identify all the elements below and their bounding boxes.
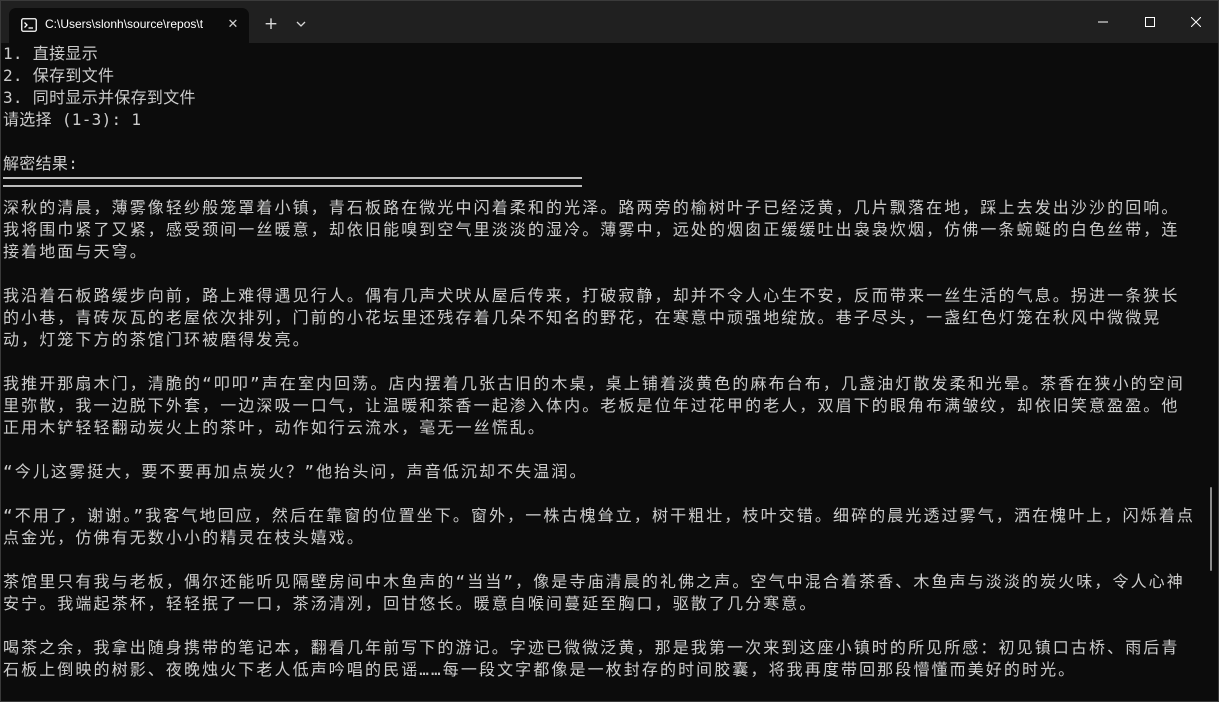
result-paragraph: 深秋的清晨，薄雾像轻纱般笼罩着小镇，青石板路在微光中闪着柔和的光泽。路两旁的榆树… — [3, 198, 1180, 261]
divider-line — [3, 175, 1197, 197]
minimize-button[interactable] — [1080, 1, 1126, 43]
selection-prompt: 请选择 (1-3): 1 — [3, 110, 142, 129]
close-window-button[interactable] — [1173, 1, 1218, 43]
maximize-button[interactable] — [1127, 1, 1173, 43]
menu-option-1: 1. 直接显示 — [3, 44, 98, 63]
result-paragraph: “今儿这雾挺大，要不要再加点炭火？”他抬头问，声音低沉却不失温润。 — [3, 462, 588, 481]
terminal-icon — [21, 18, 37, 32]
vertical-scrollbar[interactable] — [1210, 487, 1212, 571]
result-paragraph: 茶馆里只有我与老板，偶尔还能听见隔壁房间中木鱼声的“当当”，像是寺庙清晨的礼佛之… — [3, 572, 1185, 613]
result-paragraph: “不用了，谢谢。”我客气地回应，然后在靠窗的位置坐下。窗外，一株古槐耸立，树干粗… — [3, 506, 1195, 547]
minimize-icon — [1098, 21, 1108, 23]
menu-option-3: 3. 同时显示并保存到文件 — [3, 88, 196, 107]
terminal-tab[interactable]: C:\Users\slonh\source\repos\t ✕ — [9, 8, 249, 43]
title-bar[interactable]: C:\Users\slonh\source\repos\t ✕ + — [1, 1, 1218, 43]
chevron-down-icon[interactable] — [292, 14, 310, 34]
terminal-window: C:\Users\slonh\source\repos\t ✕ + 1. 直接显… — [0, 0, 1219, 702]
menu-option-2: 2. 保存到文件 — [3, 66, 115, 85]
close-tab-icon[interactable]: ✕ — [225, 17, 241, 33]
result-paragraph: 我推开那扇木门，清脆的“叩叩”声在室内回荡。店内摆着几张古旧的木桌，桌上铺着淡黄… — [3, 374, 1185, 437]
tab-title: C:\Users\slonh\source\repos\t — [45, 17, 204, 31]
result-paragraph: 喝茶之余，我拿出随身携带的笔记本，翻看几年前写下的游记。字迹已微微泛黄，那是我第… — [3, 638, 1180, 679]
result-paragraph: 我沿着石板路缓步向前，路上难得遇见行人。偶有几声犬吠从屋后传来，打破寂静，却并不… — [3, 286, 1180, 349]
new-tab-button[interactable]: + — [261, 14, 281, 34]
close-icon — [1191, 17, 1201, 27]
result-heading: 解密结果: — [3, 154, 79, 173]
maximize-icon — [1145, 17, 1155, 27]
console-output[interactable]: 1. 直接显示 2. 保存到文件 3. 同时显示并保存到文件 请选择 (1-3)… — [1, 43, 1197, 701]
